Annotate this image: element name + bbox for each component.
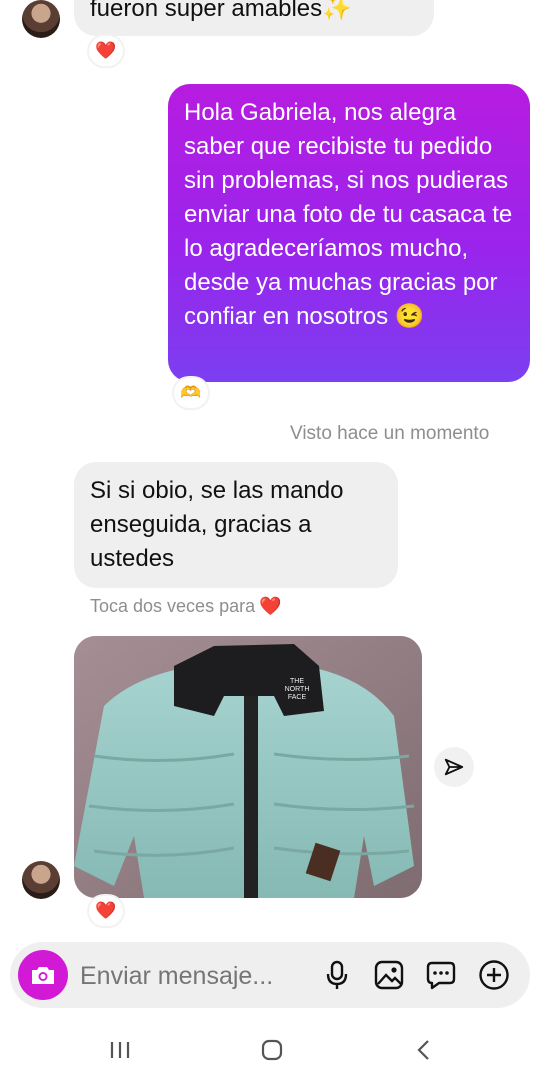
camera-icon: [32, 967, 54, 984]
incoming-message-text: Si si obio, se las mando enseguida, grac…: [90, 477, 344, 572]
sticker-button[interactable]: [424, 958, 458, 992]
heart-icon: ❤️: [259, 596, 282, 616]
photo-message[interactable]: THE NORTH FACE: [74, 636, 422, 898]
back-icon: [417, 1040, 429, 1060]
photo-logo-text: THE NORTH FACE: [284, 678, 310, 701]
nav-recent-apps[interactable]: [100, 1030, 140, 1070]
home-icon: [261, 1039, 283, 1061]
outgoing-message-text: Hola Gabriela, nos alegra saber que reci…: [184, 99, 513, 330]
double-tap-hint: Toca dos veces para ❤️: [90, 596, 282, 617]
heart-hands-icon: 🫶: [180, 383, 202, 402]
heart-icon: ❤️: [95, 901, 117, 920]
hands-heart-reaction[interactable]: 🫶: [174, 378, 208, 408]
gallery-button[interactable]: [372, 958, 406, 992]
incoming-message[interactable]: Si si obio, se las mando enseguida, grac…: [74, 462, 398, 588]
share-icon: [444, 758, 464, 776]
sticker-icon: [426, 961, 456, 990]
gallery-icon: [374, 960, 404, 990]
share-button[interactable]: [434, 747, 474, 787]
heart-reaction-photo[interactable]: ❤️: [89, 896, 123, 926]
incoming-message-partial[interactable]: fueron super amables✨: [74, 0, 434, 36]
nav-home[interactable]: [252, 1030, 292, 1070]
heart-icon: ❤️: [95, 41, 117, 60]
contact-avatar-top[interactable]: [22, 0, 60, 38]
double-tap-hint-text: Toca dos veces para: [90, 596, 256, 616]
jacket-photo: [74, 636, 422, 898]
seen-status: Visto hace un momento: [290, 423, 490, 444]
message-input[interactable]: [78, 956, 310, 996]
contact-avatar[interactable]: [22, 861, 60, 899]
microphone-icon: [326, 960, 348, 989]
add-button[interactable]: [477, 958, 511, 992]
microphone-button[interactable]: [320, 958, 354, 992]
camera-button[interactable]: [18, 950, 68, 1000]
plus-icon: [479, 960, 509, 990]
nav-back[interactable]: [404, 1030, 444, 1070]
heart-reaction-top[interactable]: ❤️: [89, 36, 123, 66]
incoming-message-partial-text: fueron super amables✨: [90, 0, 353, 22]
recent-apps-icon: [110, 1042, 130, 1058]
outgoing-message[interactable]: Hola Gabriela, nos alegra saber que reci…: [168, 84, 530, 382]
